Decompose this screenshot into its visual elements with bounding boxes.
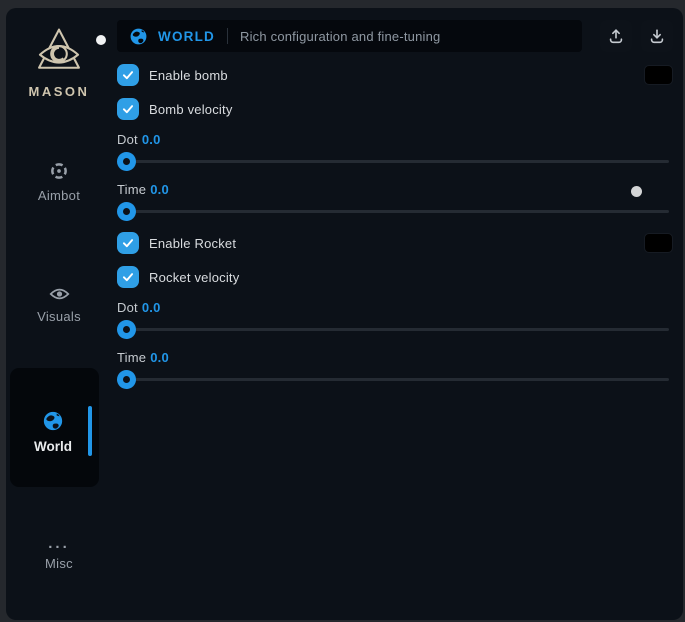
- mason-eye-triangle-icon: [33, 26, 85, 80]
- download-config-button[interactable]: [641, 20, 673, 52]
- slider-name: Time: [117, 182, 146, 197]
- page-header: WORLD Rich configuration and fine-tuning: [117, 20, 673, 52]
- globe-icon: [129, 27, 148, 46]
- download-icon: [648, 27, 666, 45]
- slider-rocket-time[interactable]: [117, 370, 673, 389]
- slider-knob[interactable]: [117, 202, 136, 221]
- sidebar-item-world[interactable]: World: [6, 410, 100, 454]
- slider-bomb-dot[interactable]: [117, 152, 673, 171]
- check-icon: [121, 236, 135, 250]
- slider-knob[interactable]: [117, 370, 136, 389]
- slider-name: Dot: [117, 300, 138, 315]
- slider-label: Time 0.0: [117, 350, 673, 365]
- tab-header-strip: WORLD Rich configuration and fine-tuning: [117, 20, 582, 52]
- eye-icon: [49, 286, 70, 302]
- slider-name: Dot: [117, 132, 138, 147]
- toggle-row-rocket-velocity: Rocket velocity: [117, 266, 673, 288]
- sidebar-item-visuals[interactable]: Visuals: [6, 286, 112, 324]
- crosshair-icon: [49, 161, 69, 181]
- sidebar-item-label: World: [34, 439, 72, 454]
- slider-value: 0.0: [150, 350, 169, 365]
- cheat-menu-window: MASON Aimbot Visuals World: [6, 8, 683, 620]
- check-icon: [121, 270, 135, 284]
- toggle-row-bomb-velocity: Bomb velocity: [117, 98, 673, 120]
- color-swatch-bomb[interactable]: [644, 65, 673, 85]
- slider-knob[interactable]: [117, 320, 136, 339]
- slider-row-rocket-dot: Dot 0.0: [117, 300, 673, 339]
- sidebar-item-aimbot[interactable]: Aimbot: [6, 161, 112, 203]
- slider-track[interactable]: [117, 210, 669, 213]
- active-tab-indicator: [88, 406, 92, 456]
- settings-rows: Enable bomb Bomb velocity Dot 0.0: [117, 64, 673, 389]
- slider-row-bomb-time: Time 0.0: [117, 182, 673, 221]
- check-icon: [121, 102, 135, 116]
- upload-config-button[interactable]: [600, 20, 632, 52]
- toggle-label: Enable bomb: [149, 68, 228, 83]
- sidebar-item-misc[interactable]: ... Misc: [6, 535, 112, 571]
- divider: [227, 28, 228, 44]
- check-icon: [121, 68, 135, 82]
- slider-bomb-time[interactable]: [117, 202, 673, 221]
- checkbox-enable-rocket[interactable]: [117, 232, 139, 254]
- slider-knob[interactable]: [117, 152, 136, 171]
- page-title: WORLD: [158, 29, 215, 44]
- toggle-label: Bomb velocity: [149, 102, 233, 117]
- toggle-row-enable-bomb: Enable bomb: [117, 64, 673, 86]
- checkbox-bomb-velocity[interactable]: [117, 98, 139, 120]
- slider-value: 0.0: [142, 132, 161, 147]
- sidebar-item-world-active[interactable]: World: [10, 368, 99, 487]
- checkbox-rocket-velocity[interactable]: [117, 266, 139, 288]
- sidebar-item-label: Visuals: [6, 309, 112, 324]
- page-subtitle: Rich configuration and fine-tuning: [240, 29, 440, 44]
- checkbox-enable-bomb[interactable]: [117, 64, 139, 86]
- cursor-dot: [96, 35, 106, 45]
- cursor-dot: [631, 186, 642, 197]
- color-swatch-rocket[interactable]: [644, 233, 673, 253]
- toggle-row-enable-rocket: Enable Rocket: [117, 232, 673, 254]
- upload-icon: [607, 27, 625, 45]
- slider-track[interactable]: [117, 328, 669, 331]
- sidebar-item-label: Misc: [6, 556, 112, 571]
- slider-name: Time: [117, 350, 146, 365]
- slider-track[interactable]: [117, 160, 669, 163]
- toggle-label: Rocket velocity: [149, 270, 239, 285]
- slider-label: Dot 0.0: [117, 300, 673, 315]
- slider-row-rocket-time: Time 0.0: [117, 350, 673, 389]
- main-content: WORLD Rich configuration and fine-tuning: [117, 20, 673, 400]
- logo-text: MASON: [6, 84, 112, 99]
- ellipsis-icon: ...: [6, 535, 112, 552]
- globe-icon: [42, 410, 64, 432]
- slider-label: Dot 0.0: [117, 132, 673, 147]
- slider-rocket-dot[interactable]: [117, 320, 673, 339]
- slider-track[interactable]: [117, 378, 669, 381]
- slider-label: Time 0.0: [117, 182, 673, 197]
- sidebar: MASON Aimbot Visuals World: [6, 8, 112, 620]
- toggle-label: Enable Rocket: [149, 236, 236, 251]
- slider-value: 0.0: [142, 300, 161, 315]
- slider-value: 0.0: [150, 182, 169, 197]
- sidebar-item-label: Aimbot: [6, 188, 112, 203]
- slider-row-bomb-dot: Dot 0.0: [117, 132, 673, 171]
